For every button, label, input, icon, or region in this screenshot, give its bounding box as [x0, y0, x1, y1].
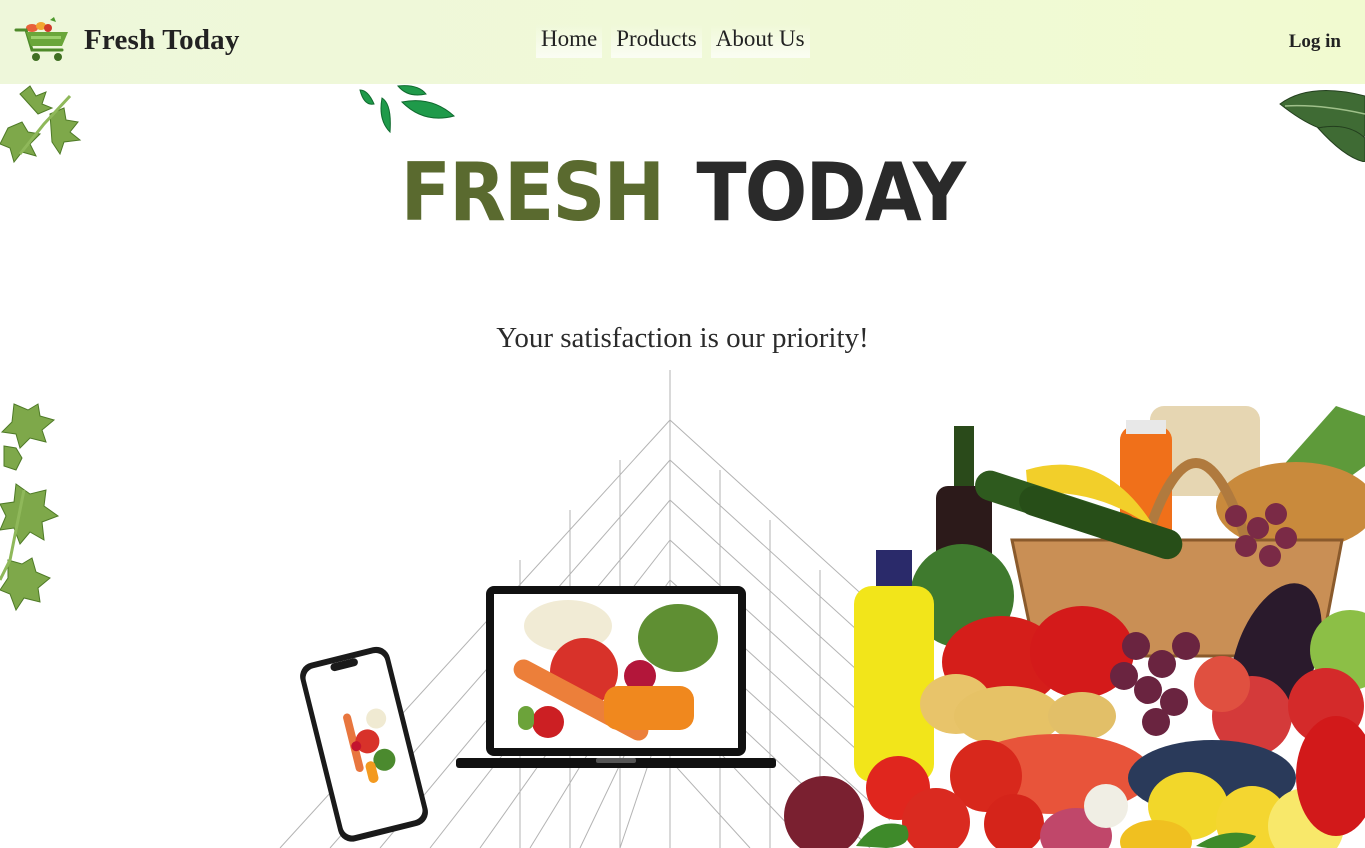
nav-home[interactable]: Home [536, 24, 603, 58]
navbar: Fresh Today Home Products About Us Log i… [0, 0, 1365, 84]
shopping-cart-with-vegetables-icon [14, 17, 68, 61]
green-leaves-top-icon [359, 85, 456, 134]
main-nav: Home Products About Us [536, 24, 810, 58]
hero-title-fresh: FRESH [400, 146, 665, 239]
brand-name: Fresh Today [84, 23, 240, 56]
brand[interactable]: Fresh Today [14, 16, 240, 64]
laptop-illustration [456, 586, 776, 768]
login-link[interactable]: Log in [1289, 31, 1341, 53]
nav-about-us[interactable]: About Us [710, 24, 810, 58]
parsley-leaf-left-icon [0, 403, 60, 612]
tagline: Your satisfaction is our priority! [496, 322, 869, 354]
grocery-basket-illustration [784, 406, 1365, 848]
hero-title-today: TODAY [696, 146, 966, 239]
page: Fresh Today Home Products About Us Log i… [0, 0, 1365, 848]
nav-products[interactable]: Products [611, 24, 702, 58]
hero-title: FRESH TODAY [55, 146, 1311, 239]
smartphone-illustration [300, 646, 428, 842]
